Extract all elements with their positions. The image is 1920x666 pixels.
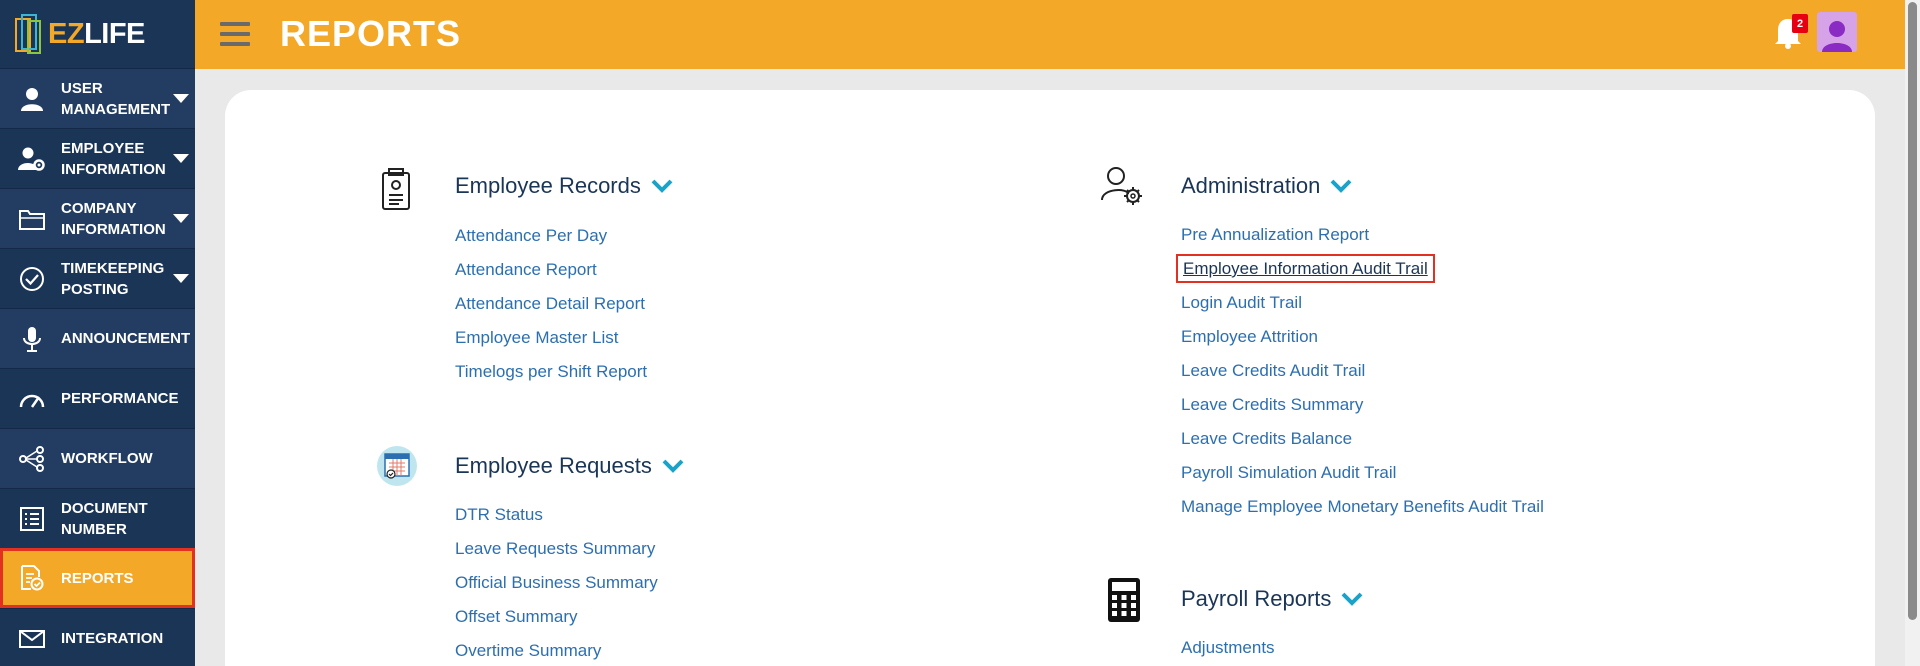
- sidebar-item-announcement[interactable]: ANNOUNCEMENT: [0, 308, 195, 368]
- section-title-label: Employee Requests: [455, 453, 652, 478]
- section-title-payroll-reports[interactable]: Payroll Reports: [1181, 586, 1363, 612]
- report-link-leave-credits-summary[interactable]: Leave Credits Summary: [1181, 395, 1544, 429]
- workflow-icon: [13, 440, 51, 478]
- chevron-down-icon: [662, 459, 684, 473]
- administration-links: Pre Annualization Report Employee Inform…: [1176, 225, 1544, 531]
- hamburger-menu-icon[interactable]: [220, 22, 250, 46]
- logo-icon: [15, 14, 41, 54]
- top-bar: REPORTS 2: [195, 0, 1905, 69]
- employee-requests-links: DTR Status Leave Requests Summary Offici…: [455, 505, 658, 666]
- user-icon: [13, 80, 51, 118]
- user-gear-icon: [13, 140, 51, 178]
- sidebar-item-performance[interactable]: PERFORMANCE: [0, 368, 195, 428]
- sidebar-item-label: EMPLOYEE INFORMATION: [61, 139, 166, 178]
- gauge-icon: [13, 380, 51, 418]
- sidebar-item-user-management[interactable]: USER MANAGEMENT: [0, 68, 195, 128]
- user-avatar[interactable]: [1817, 12, 1857, 52]
- page-scrollbar[interactable]: [1905, 0, 1920, 666]
- logo-suffix: LIFE: [84, 17, 145, 50]
- sidebar-item-company-information[interactable]: COMPANY INFORMATION: [0, 188, 195, 248]
- report-link-dtr-status[interactable]: DTR Status: [455, 505, 658, 539]
- folder-icon: [13, 200, 51, 238]
- report-link-employee-master-list[interactable]: Employee Master List: [455, 328, 647, 362]
- sidebar-item-label: COMPANY INFORMATION: [61, 199, 166, 238]
- chevron-down-icon: [1330, 179, 1352, 193]
- report-link-attendance-detail-report[interactable]: Attendance Detail Report: [455, 294, 647, 328]
- section-title-employee-records[interactable]: Employee Records: [455, 173, 673, 199]
- chevron-down-icon: [173, 94, 189, 103]
- chevron-down-icon: [173, 214, 189, 223]
- sidebar-item-label: USER MANAGEMENT: [61, 79, 171, 118]
- sidebar-item-label: WORKFLOW: [61, 450, 153, 467]
- sidebar-item-label: DOCUMENT NUMBER: [61, 499, 148, 538]
- sidebar-item-label: REPORTS: [61, 569, 134, 587]
- calendar-icon: [377, 446, 417, 486]
- check-circle-icon: [13, 260, 51, 298]
- microphone-icon: [13, 320, 51, 358]
- reports-card: Employee Records Attendance Per Day Atte…: [225, 90, 1875, 666]
- report-link-offset-summary[interactable]: Offset Summary: [455, 607, 658, 641]
- report-link-leave-requests-summary[interactable]: Leave Requests Summary: [455, 539, 658, 573]
- report-link-attendance-per-day[interactable]: Attendance Per Day: [455, 226, 647, 260]
- report-link-login-audit-trail[interactable]: Login Audit Trail: [1181, 293, 1544, 327]
- report-link-official-business-summary[interactable]: Official Business Summary: [455, 573, 658, 607]
- envelope-icon: [13, 620, 51, 658]
- sidebar-item-label: PERFORMANCE: [61, 390, 179, 407]
- chevron-down-icon: [651, 179, 673, 193]
- report-link-label: Employee Information Audit Trail: [1176, 254, 1435, 283]
- section-title-employee-requests[interactable]: Employee Requests: [455, 453, 684, 479]
- section-title-label: Payroll Reports: [1181, 586, 1332, 611]
- sidebar-item-reports[interactable]: REPORTS: [0, 548, 195, 608]
- payroll-reports-links: Adjustments: [1181, 638, 1275, 666]
- user-settings-icon: [1101, 167, 1142, 205]
- chevron-down-icon: [173, 274, 189, 283]
- section-title-label: Employee Records: [455, 173, 641, 198]
- report-link-timelogs-per-shift[interactable]: Timelogs per Shift Report: [455, 362, 647, 396]
- sidebar-item-integration[interactable]: INTEGRATION: [0, 608, 195, 666]
- report-link-employee-information-audit-trail[interactable]: Employee Information Audit Trail: [1176, 254, 1544, 293]
- sidebar-item-employee-information[interactable]: EMPLOYEE INFORMATION: [0, 128, 195, 188]
- calculator-icon: [1108, 578, 1140, 622]
- section-title-administration[interactable]: Administration: [1181, 173, 1352, 199]
- report-link-overtime-summary[interactable]: Overtime Summary: [455, 641, 658, 666]
- report-icon: [13, 559, 51, 597]
- logo-prefix: EZ: [48, 17, 85, 50]
- employee-records-links: Attendance Per Day Attendance Report Att…: [455, 226, 647, 396]
- chevron-down-icon: [173, 154, 189, 163]
- sidebar: EZLIFE USER MANAGEMENT EMPLOYEE INFORMAT…: [0, 0, 195, 666]
- report-link-monetary-benefits-audit-trail[interactable]: Manage Employee Monetary Benefits Audit …: [1181, 497, 1544, 531]
- sidebar-item-timekeeping-posting[interactable]: TIMEKEEPING POSTING: [0, 248, 195, 308]
- report-link-pre-annualization[interactable]: Pre Annualization Report: [1181, 225, 1544, 259]
- sidebar-item-label: INTEGRATION: [61, 630, 164, 647]
- report-link-payroll-simulation-audit-trail[interactable]: Payroll Simulation Audit Trail: [1181, 463, 1544, 497]
- notification-count-badge: 2: [1792, 14, 1808, 33]
- sidebar-item-document-number[interactable]: DOCUMENT NUMBER: [0, 488, 195, 548]
- report-link-leave-credits-audit-trail[interactable]: Leave Credits Audit Trail: [1181, 361, 1544, 395]
- id-card-icon: [382, 168, 410, 210]
- section-title-label: Administration: [1181, 173, 1321, 198]
- chevron-down-icon: [1341, 592, 1363, 606]
- app-logo[interactable]: EZLIFE: [0, 0, 195, 68]
- sidebar-item-label: TIMEKEEPING POSTING: [61, 259, 165, 298]
- report-link-adjustments[interactable]: Adjustments: [1181, 638, 1275, 666]
- report-link-attendance-report[interactable]: Attendance Report: [455, 260, 647, 294]
- report-link-employee-attrition[interactable]: Employee Attrition: [1181, 327, 1544, 361]
- report-link-leave-credits-balance[interactable]: Leave Credits Balance: [1181, 429, 1544, 463]
- list-icon: [13, 500, 51, 538]
- sidebar-item-workflow[interactable]: WORKFLOW: [0, 428, 195, 488]
- page-title: REPORTS: [280, 13, 462, 54]
- sidebar-item-label: ANNOUNCEMENT: [61, 330, 191, 347]
- scrollbar-thumb[interactable]: [1908, 2, 1917, 620]
